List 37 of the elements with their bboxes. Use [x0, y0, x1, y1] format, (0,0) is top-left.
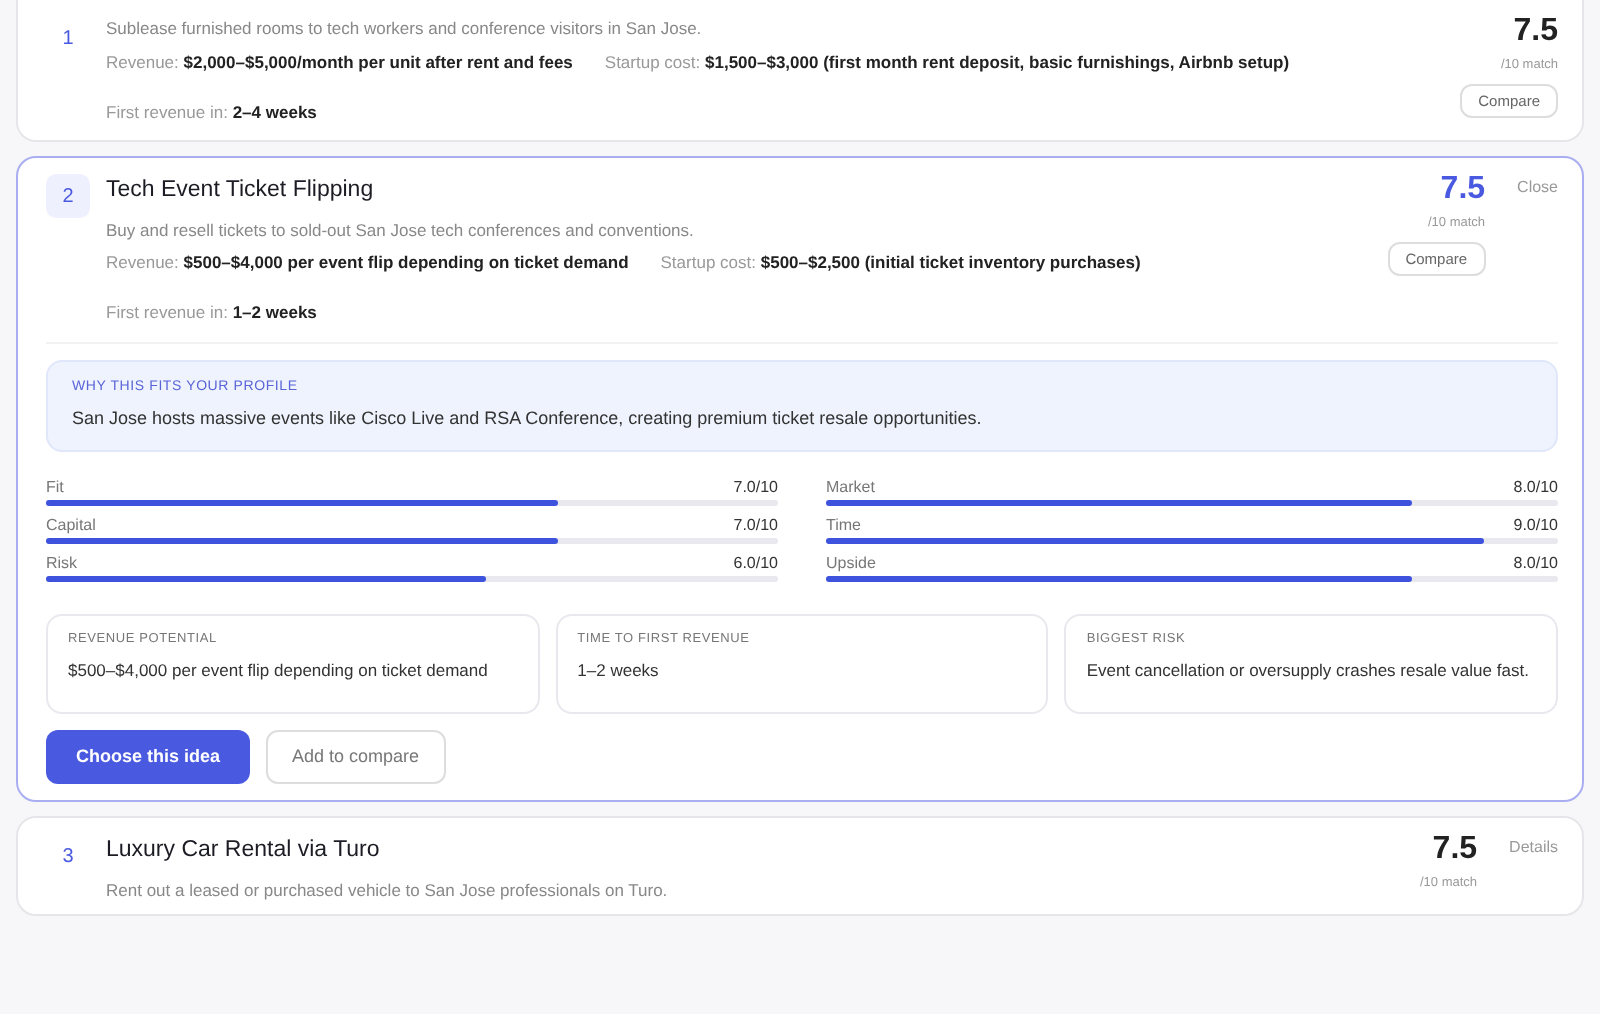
rank-number: 3 — [60, 843, 76, 872]
metric-label: Upside — [826, 551, 876, 576]
rank-number: 2 — [46, 174, 90, 219]
metric-reading: 7.0/10 — [733, 513, 778, 538]
add-compare-button[interactable]: Add to compare — [266, 729, 446, 785]
details-link[interactable]: Details — [1509, 838, 1558, 857]
startup-cost-text: Startup cost: $1,500–$3,000 (first month rent deposit, basic furnishings, Airbnb setup) — [604, 49, 1290, 75]
metric-reading: 6.0/10 — [733, 551, 778, 576]
reason-text: San Jose hosts massive events like Cisco Live and RSA Conference, creating premium ticket resale opportunities. — [72, 406, 984, 433]
choose-button[interactable]: Choose this idea — [46, 729, 251, 785]
rank-number: 1 — [60, 25, 76, 53]
revenue-text: Revenue: $500–$4,000 per event flip depending on ticket demand — [106, 250, 629, 276]
startup-cost-text: Startup cost: $500–$2,500 (initial ticket inventory purchases) — [660, 250, 1141, 276]
fact-text: 1–2 weeks — [577, 657, 661, 683]
metric-label: Capital — [46, 513, 96, 538]
idea-description: Buy and resell tickets to sold-out San Jose tech conferences and conventions. — [106, 217, 696, 243]
fact-text: $500–$4,000 per event flip depending on ticket demand — [68, 657, 490, 683]
fact-text: Event cancellation or oversupply crashes resale value fast. — [1086, 657, 1531, 683]
idea-title: Luxury Car Rental via Turo — [106, 836, 382, 867]
metric-reading: 7.0/10 — [733, 475, 778, 500]
metric-reading: 8.0/10 — [1513, 551, 1558, 576]
close-link[interactable]: Close — [1517, 178, 1558, 197]
revenue-text: Revenue: $2,000–$5,000/month per unit after rent and fees — [106, 49, 573, 75]
first-revenue-text: First revenue in: 2–4 weeks — [106, 99, 319, 125]
match-score: 7.5 — [1513, 16, 1558, 48]
match-score: 7.5 — [1440, 174, 1486, 207]
metric-reading: 8.0/10 — [1513, 475, 1558, 500]
metric-label: Market — [826, 475, 875, 500]
match-score: 7.5 — [1432, 834, 1478, 867]
idea-description: Sublease furnished rooms to tech workers and conference visitors in San Jose. — [106, 16, 704, 42]
idea-description: Rent out a leased or purchased vehicle to San Jose professionals on Turo. — [106, 877, 670, 903]
idea-title: Tech Event Ticket Flipping — [106, 176, 376, 207]
metric-reading: 9.0/10 — [1513, 513, 1558, 538]
metric-label: Time — [826, 513, 861, 538]
metric-label: Risk — [46, 551, 78, 576]
first-revenue-text: First revenue in: 1–2 weeks — [106, 300, 319, 326]
metric-label: Fit — [46, 475, 64, 500]
